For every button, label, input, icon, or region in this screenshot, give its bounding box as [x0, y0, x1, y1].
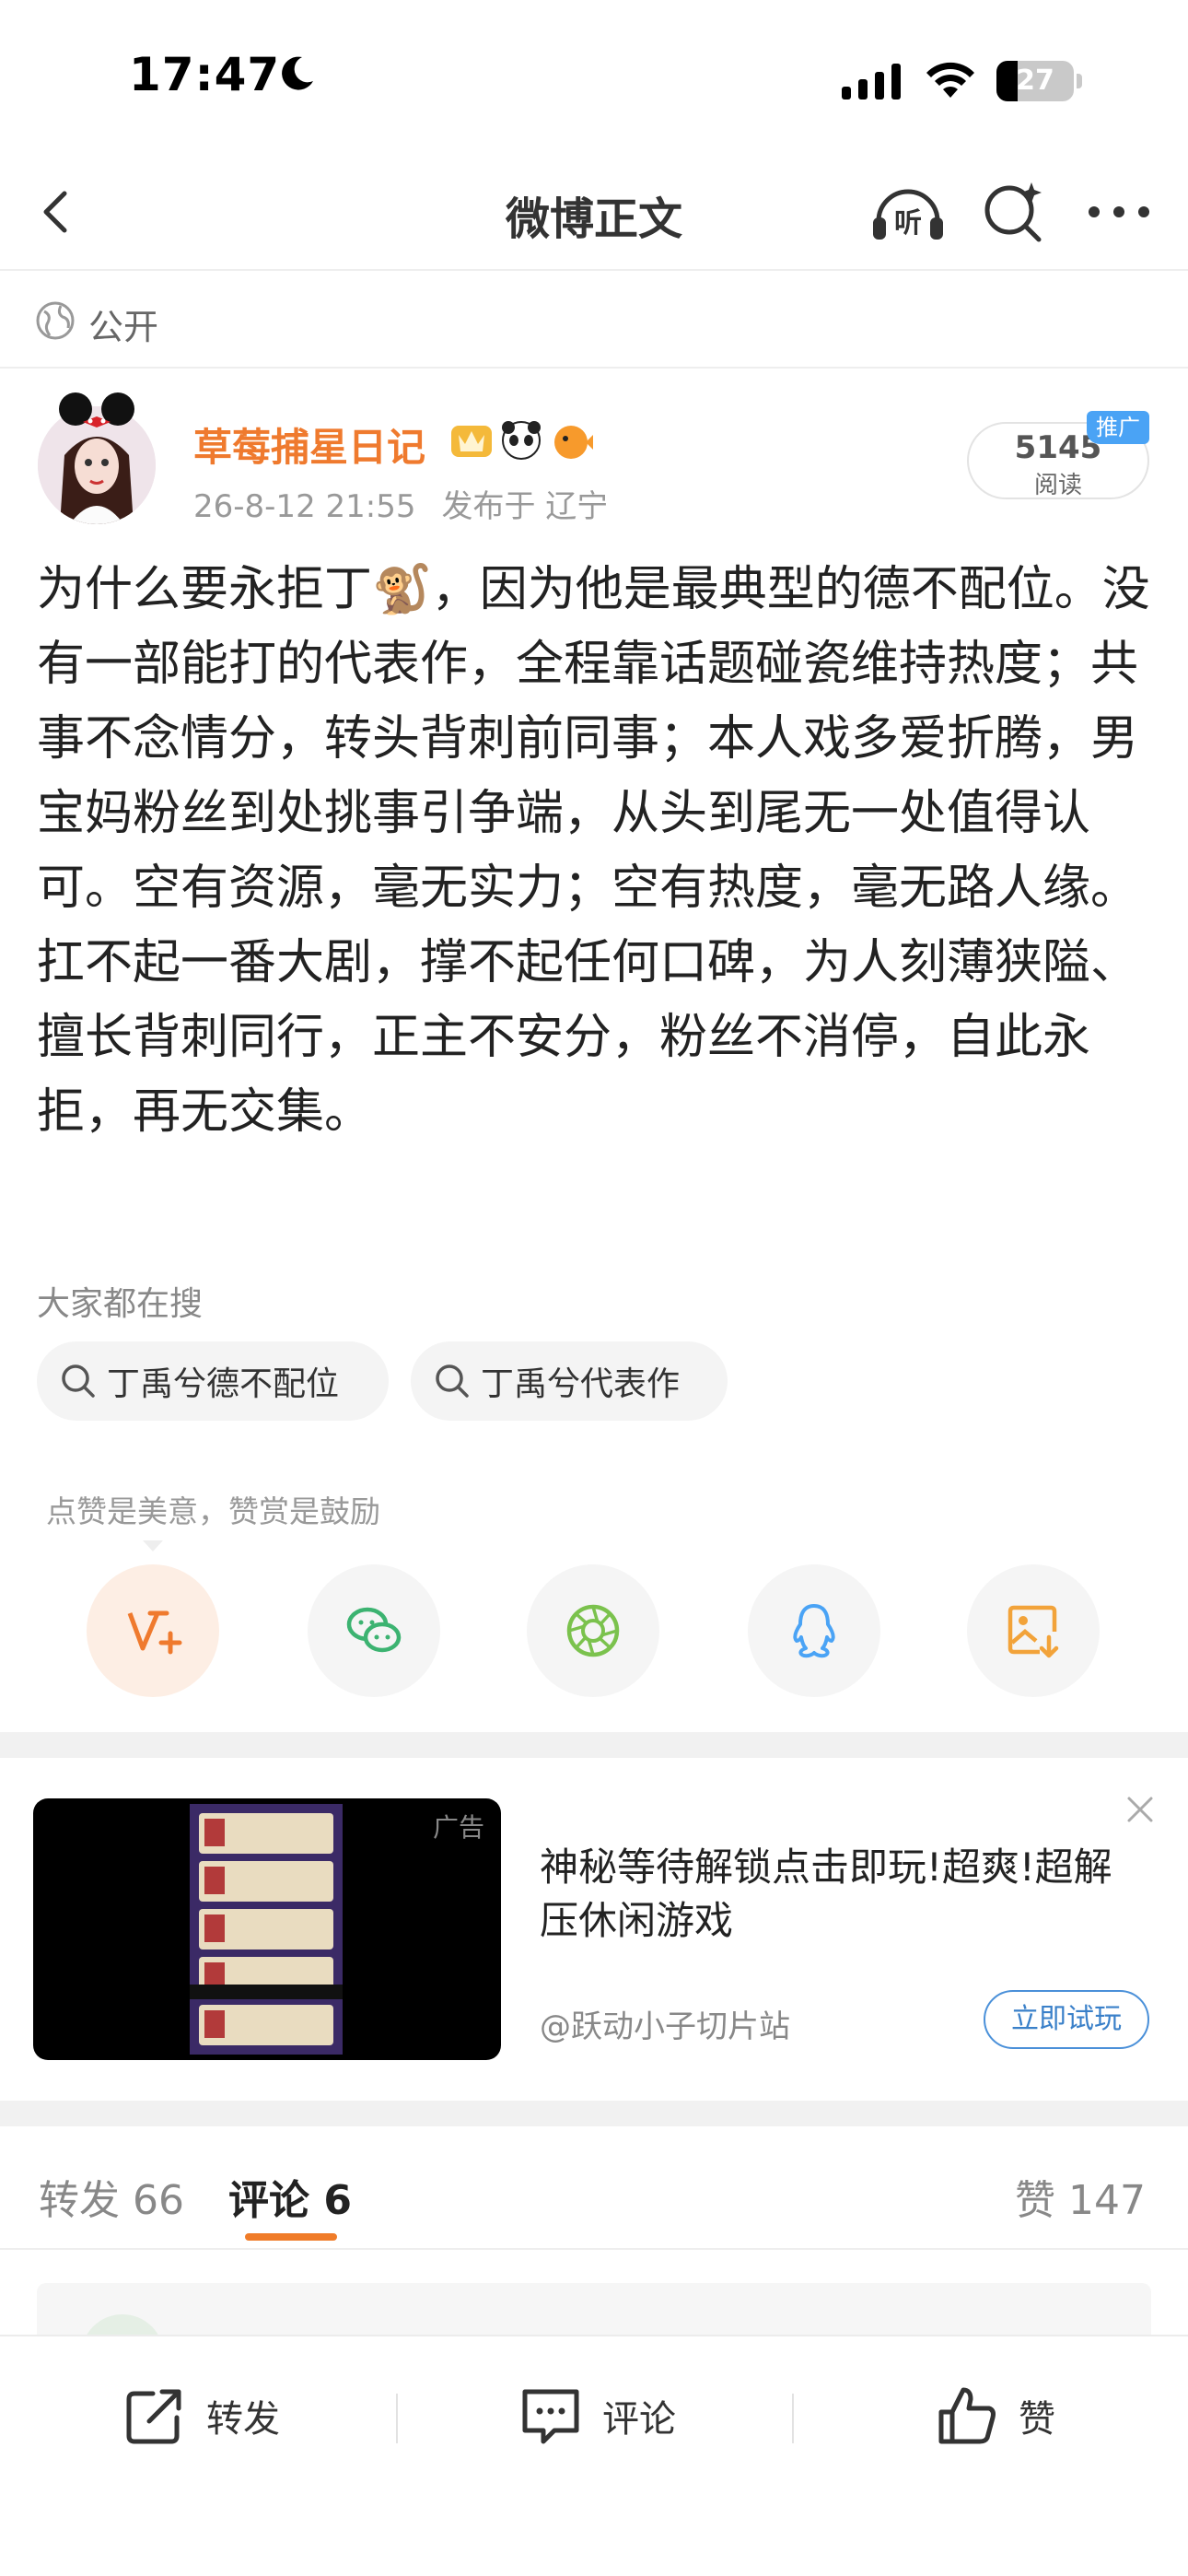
tab-like[interactable]: 赞 147 — [1015, 2167, 1146, 2226]
tab-comment[interactable]: 评论 6 — [228, 2167, 352, 2226]
interaction-tabs: 转发 66 评论 6 赞 147 — [0, 2126, 1188, 2250]
share-wechat-button[interactable] — [308, 1564, 440, 1697]
save-image-icon — [1007, 1605, 1059, 1658]
more-options-icon[interactable] — [1085, 182, 1153, 241]
post-text: 为什么要永拒丁🐒，因为他是最典型的德不配位。没有一部能打的代表作，全程靠话题碰瓷… — [37, 562, 1150, 1140]
battery-indicator: 27 — [996, 61, 1083, 101]
qq-icon — [793, 1604, 835, 1658]
search-icon[interactable] — [980, 179, 1046, 245]
author-name[interactable]: 草莓捕星日记 — [193, 416, 425, 473]
repost-button[interactable]: 转发 — [122, 2379, 280, 2453]
comment-label: 评论 — [602, 2398, 676, 2441]
trending-chip[interactable]: 丁禹兮代表作 — [411, 1341, 728, 1421]
globe-icon — [36, 301, 75, 340]
post-meta: 26-8-12 21:55 发布于 辽宁 — [193, 481, 634, 526]
like-hint: 点赞是美意，赞赏是鼓励 — [46, 1493, 380, 1529]
thumbs-up-icon — [938, 2387, 996, 2444]
search-icon — [62, 1364, 95, 1398]
visibility-row: 公开 — [0, 271, 1188, 369]
avatar[interactable] — [37, 391, 157, 525]
listen-headphones-icon[interactable]: 听 — [869, 179, 947, 245]
section-divider — [0, 2101, 1188, 2126]
svg-text:听: 听 — [894, 207, 922, 240]
divider — [792, 2394, 794, 2443]
wifi-icon — [926, 62, 974, 98]
reward-button[interactable] — [87, 1564, 219, 1697]
play-now-button[interactable]: 立即试玩 — [984, 1990, 1149, 2049]
ad-label: 广告 — [432, 1812, 484, 1843]
share-moments-button[interactable] — [527, 1564, 659, 1697]
active-tab-indicator — [245, 2233, 337, 2241]
ad-card[interactable]: 广告 神秘等待解锁点击即玩!超爽!超解压休闲游戏 @跃动小子切片站 立即试玩 — [0, 1758, 1188, 2101]
trending-title: 大家都在搜 — [37, 1285, 204, 1323]
comment-button[interactable]: 评论 — [518, 2379, 676, 2453]
tab-repost[interactable]: 转发 66 — [39, 2167, 184, 2226]
ad-source: @跃动小子切片站 — [540, 2008, 790, 2045]
share-qq-button[interactable] — [748, 1564, 880, 1697]
battery-percent: 27 — [1016, 64, 1054, 97]
nav-bar: 微博正文 听 — [0, 157, 1188, 271]
read-label: 阅读 — [1033, 472, 1082, 499]
save-image-button[interactable] — [967, 1564, 1100, 1697]
promo-tag: 推广 — [1087, 411, 1149, 444]
ad-title[interactable]: 神秘等待解锁点击即玩!超爽!超解压休闲游戏 — [540, 1841, 1147, 1948]
reward-icon — [127, 1610, 182, 1655]
status-bar: 17:47 27 — [0, 0, 1188, 157]
post-date: 26-8-12 21:55 — [193, 488, 416, 525]
trending-chip[interactable]: 丁禹兮德不配位 — [37, 1341, 389, 1421]
like-label: 赞 — [1019, 2398, 1055, 2441]
search-icon — [436, 1364, 469, 1398]
wechat-icon — [346, 1607, 402, 1653]
trending-chip-label: 丁禹兮德不配位 — [107, 1365, 340, 1403]
repost-icon — [126, 2389, 181, 2444]
post-location: 发布于 辽宁 — [441, 488, 609, 525]
moon-icon — [282, 56, 313, 90]
ad-thumbnail[interactable]: 广告 — [33, 1798, 501, 2060]
repost-label: 转发 — [206, 2398, 280, 2441]
cellular-signal-icon — [842, 64, 901, 100]
section-divider — [0, 1732, 1188, 1758]
user-badges-icon[interactable] — [448, 416, 595, 464]
pointer-icon — [143, 1540, 163, 1551]
trending-chip-label: 丁禹兮代表作 — [481, 1365, 681, 1403]
divider — [396, 2394, 398, 2443]
close-icon[interactable] — [1122, 1791, 1159, 1828]
visibility-label: 公开 — [88, 307, 159, 347]
moments-icon — [566, 1604, 620, 1657]
status-time: 17:47 — [129, 48, 281, 101]
comment-list — [37, 2283, 1151, 2360]
share-row — [0, 1564, 1188, 1703]
game-screenshot-icon — [190, 1804, 343, 2055]
comment-icon — [522, 2389, 579, 2444]
like-button[interactable]: 赞 — [934, 2379, 1055, 2453]
bottom-action-bar: 转发 评论 赞 — [0, 2335, 1188, 2576]
